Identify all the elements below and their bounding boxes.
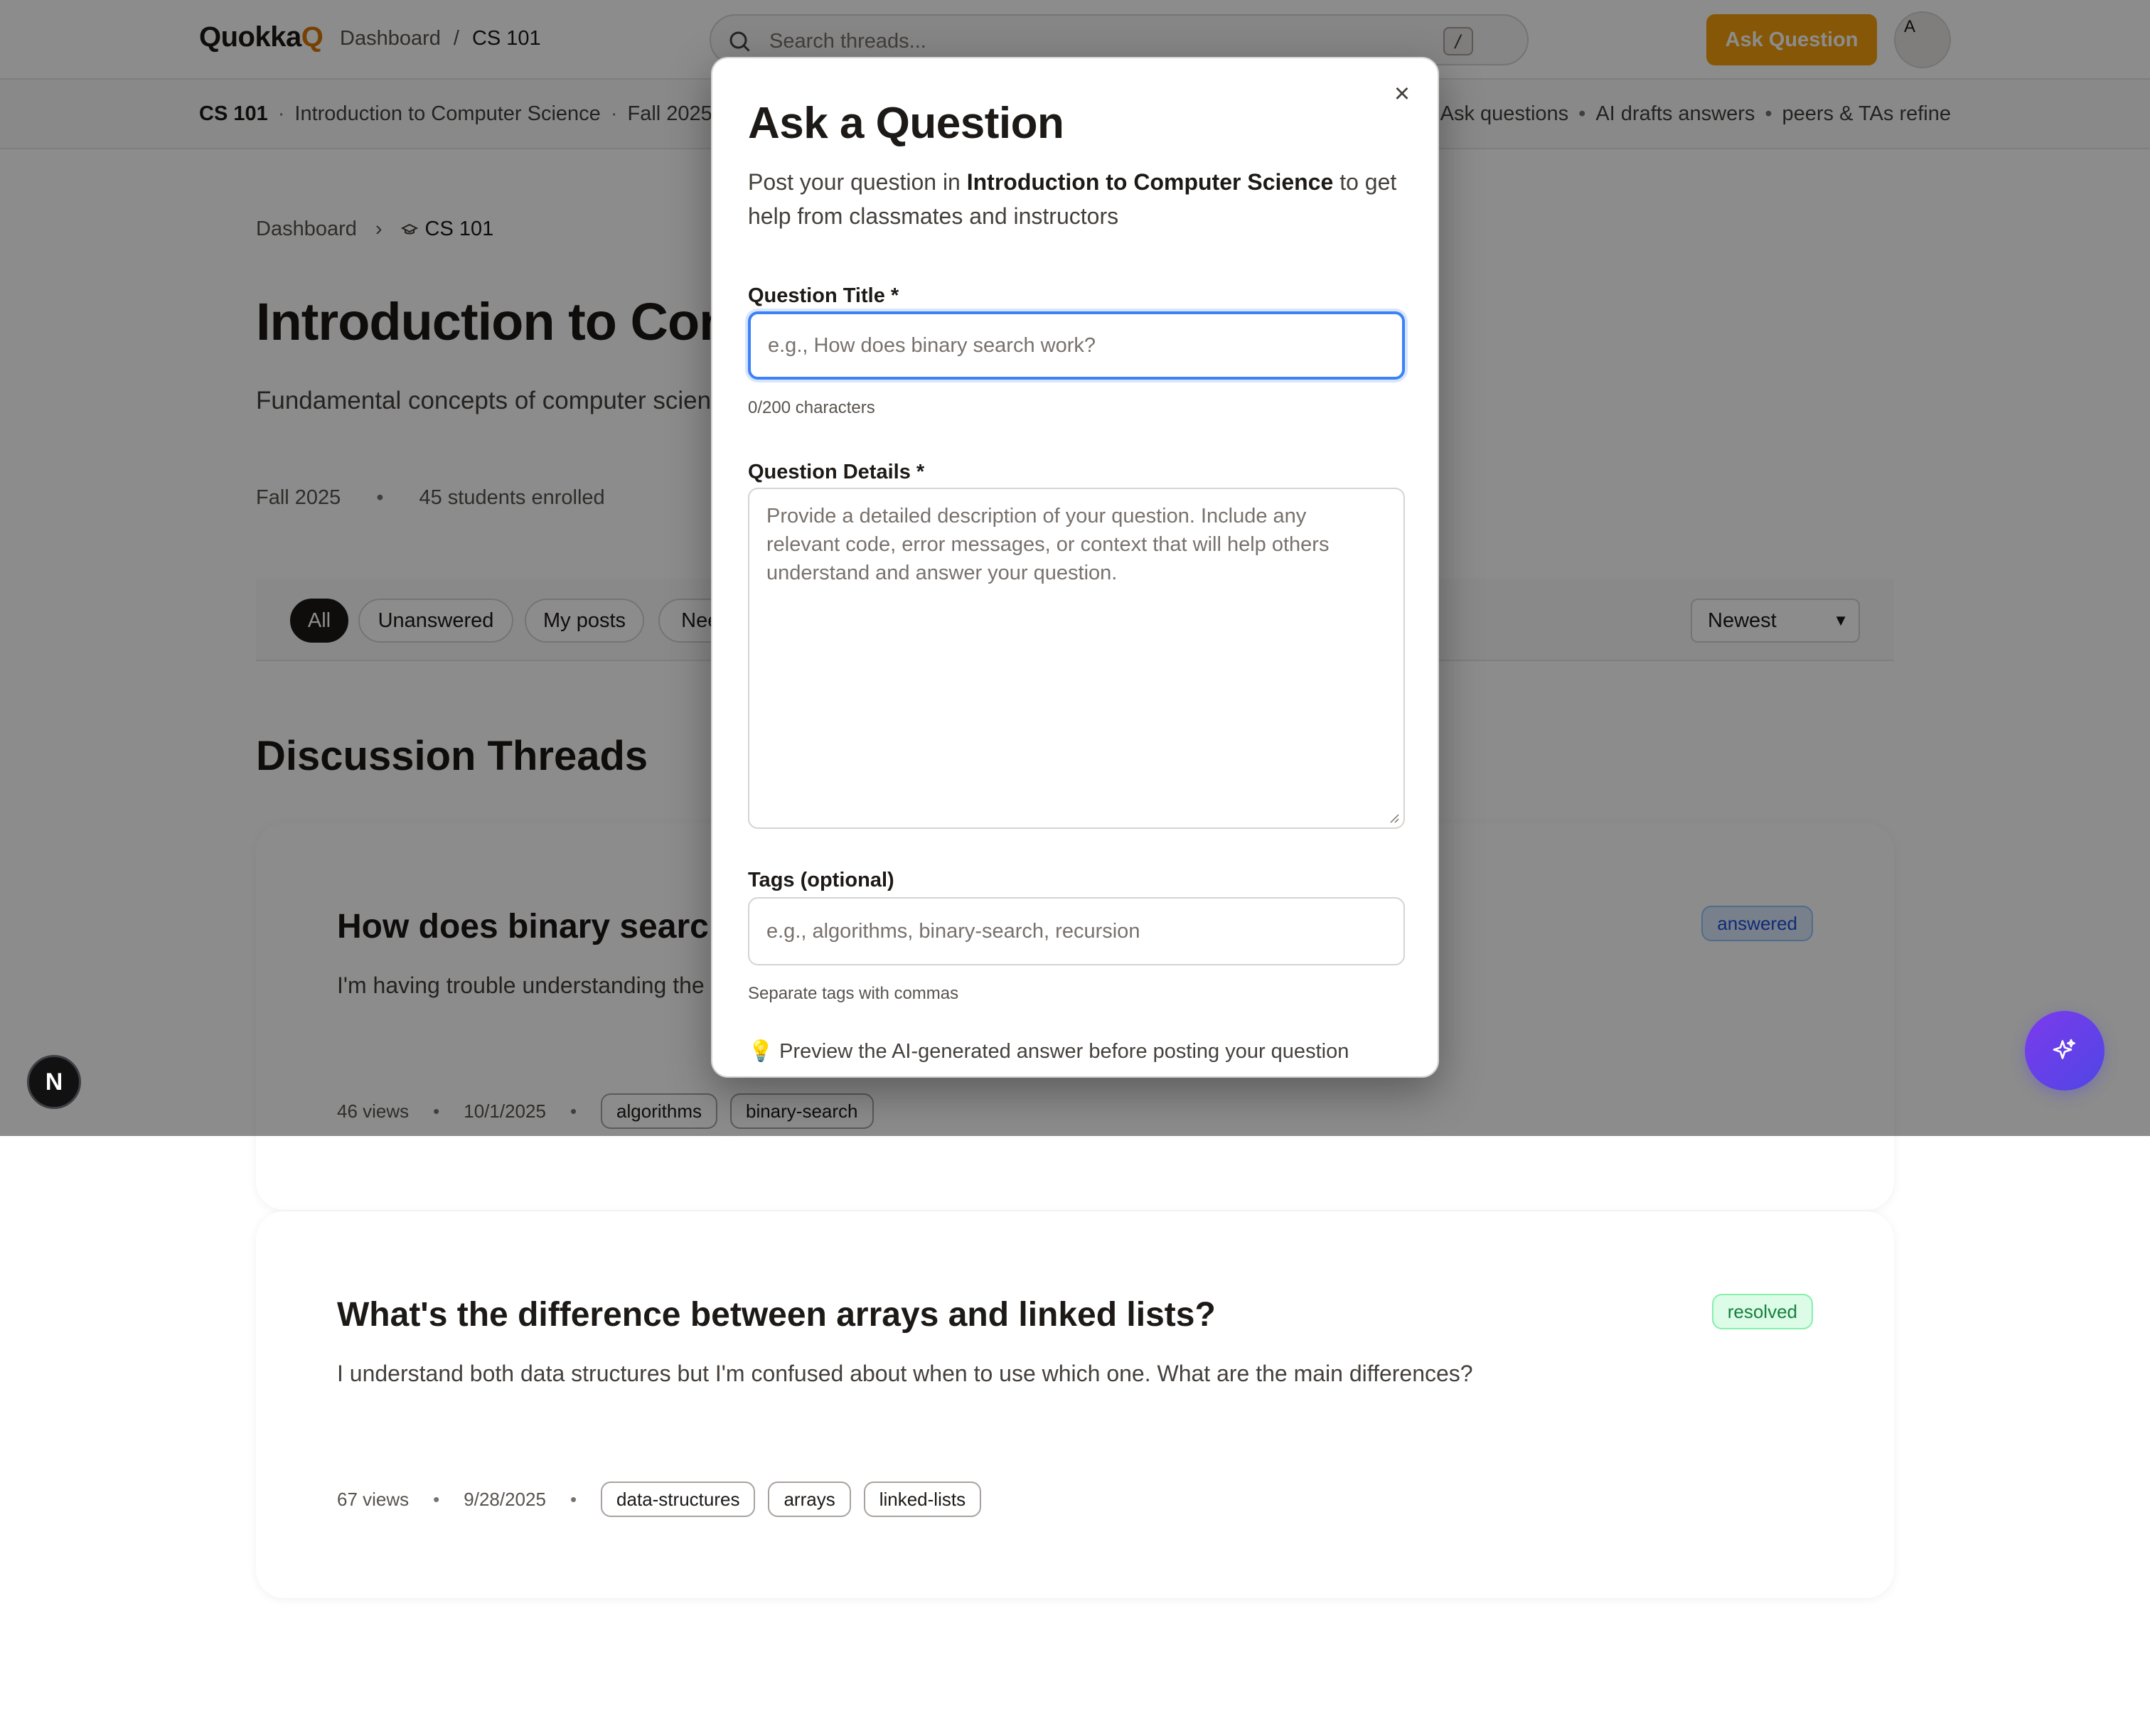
ai-preview-note: 💡 Preview the AI-generated answer before… — [748, 1039, 1349, 1063]
question-details-textarea[interactable]: Provide a detailed description of your q… — [748, 488, 1405, 829]
dev-tools-badge[interactable]: N — [27, 1055, 81, 1109]
question-title-label: Question Title * — [748, 284, 899, 307]
question-details-placeholder: Provide a detailed description of your q… — [766, 505, 1330, 584]
tag-chip[interactable]: linked-lists — [863, 1482, 982, 1517]
course-name-emphasis: Introduction to Computer Science — [966, 169, 1334, 195]
tags-hint: Separate tags with commas — [748, 984, 959, 1003]
resize-handle-icon[interactable] — [1388, 812, 1399, 823]
status-badge: resolved — [1711, 1294, 1813, 1329]
close-icon[interactable]: × — [1385, 77, 1419, 111]
tags-label: Tags (optional) — [748, 869, 894, 891]
thread-meta: 67 views • 9/28/2025 • data-structures a… — [337, 1482, 982, 1517]
character-counter: 0/200 characters — [748, 398, 875, 417]
sparkle-icon — [2053, 1039, 2075, 1059]
lightbulb-icon: 💡 — [748, 1040, 774, 1063]
thread-title[interactable]: What's the difference between arrays and… — [337, 1295, 1216, 1334]
ai-assistant-button[interactable] — [2025, 1011, 2104, 1091]
modal-intro: Post your question in Introduction to Co… — [748, 169, 1397, 229]
tag-chip[interactable]: data-structures — [601, 1482, 756, 1517]
question-details-label: Question Details * — [748, 461, 925, 483]
question-title-input[interactable]: e.g., How does binary search work? — [748, 311, 1405, 380]
tags-input[interactable]: e.g., algorithms, binary-search, recursi… — [748, 897, 1405, 965]
modal-title: Ask a Question — [748, 99, 1064, 148]
tag-chip[interactable]: arrays — [768, 1482, 851, 1517]
tags-placeholder: e.g., algorithms, binary-search, recursi… — [766, 920, 1140, 943]
thread-excerpt: I understand both data structures but I'… — [337, 1361, 1473, 1386]
ask-question-modal: × Ask a Question Post your question in I… — [711, 57, 1439, 1078]
thread-date: 9/28/2025 — [464, 1488, 546, 1510]
thread-card[interactable]: What's the difference between arrays and… — [256, 1211, 1894, 1598]
view-count: 67 views — [337, 1488, 410, 1510]
question-title-placeholder: e.g., How does binary search work? — [768, 334, 1096, 357]
